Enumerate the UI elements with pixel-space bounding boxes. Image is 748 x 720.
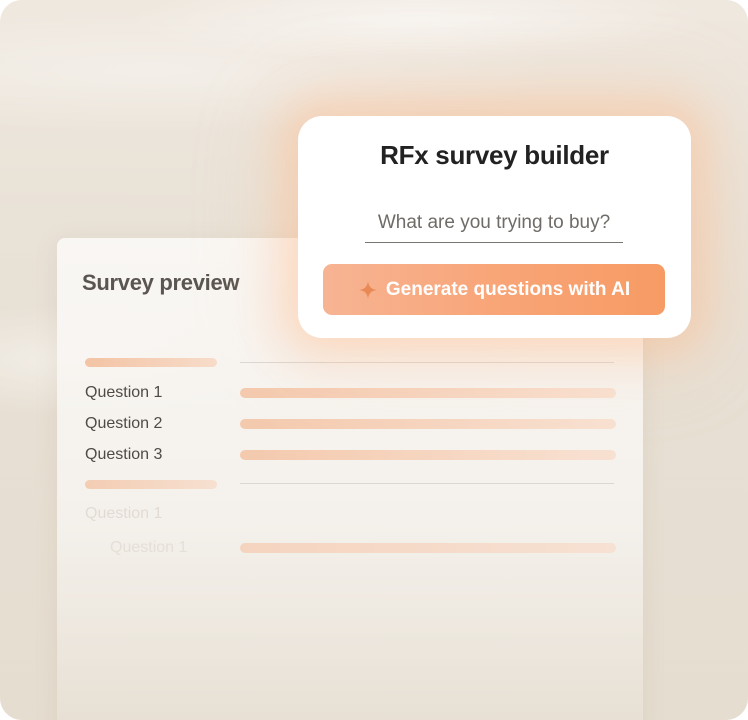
rfx-survey-builder-card: RFx survey builder Generate questions wi… (298, 116, 691, 338)
section-header-bar (85, 358, 217, 367)
builder-title: RFx survey builder (380, 140, 609, 170)
nested-question-label: Question 1 (110, 539, 188, 556)
question-placeholder-bar-2 (240, 419, 616, 429)
question-label-2[interactable]: Question 2 (85, 415, 162, 433)
nested-question-bar (240, 543, 616, 553)
generate-questions-label: Generate questions with AI (385, 278, 631, 300)
question-label-1[interactable]: Question 1 (85, 384, 162, 402)
section-divider (240, 362, 614, 363)
faded-question-label: Question 1 (85, 505, 163, 522)
purchase-input[interactable] (365, 208, 623, 243)
section-header-bar-2 (85, 480, 217, 489)
question-placeholder-bar-3 (240, 450, 616, 460)
generate-questions-button[interactable]: Generate questions with AI (323, 264, 665, 315)
question-placeholder-bar-1 (240, 388, 616, 398)
question-label-3[interactable]: Question 3 (85, 446, 162, 464)
section-divider-2 (240, 483, 614, 484)
canvas: Survey preview Question 1 Question 2 Que… (0, 0, 748, 720)
sparkle-icon (358, 280, 378, 300)
survey-preview-title: Survey preview (82, 270, 240, 295)
